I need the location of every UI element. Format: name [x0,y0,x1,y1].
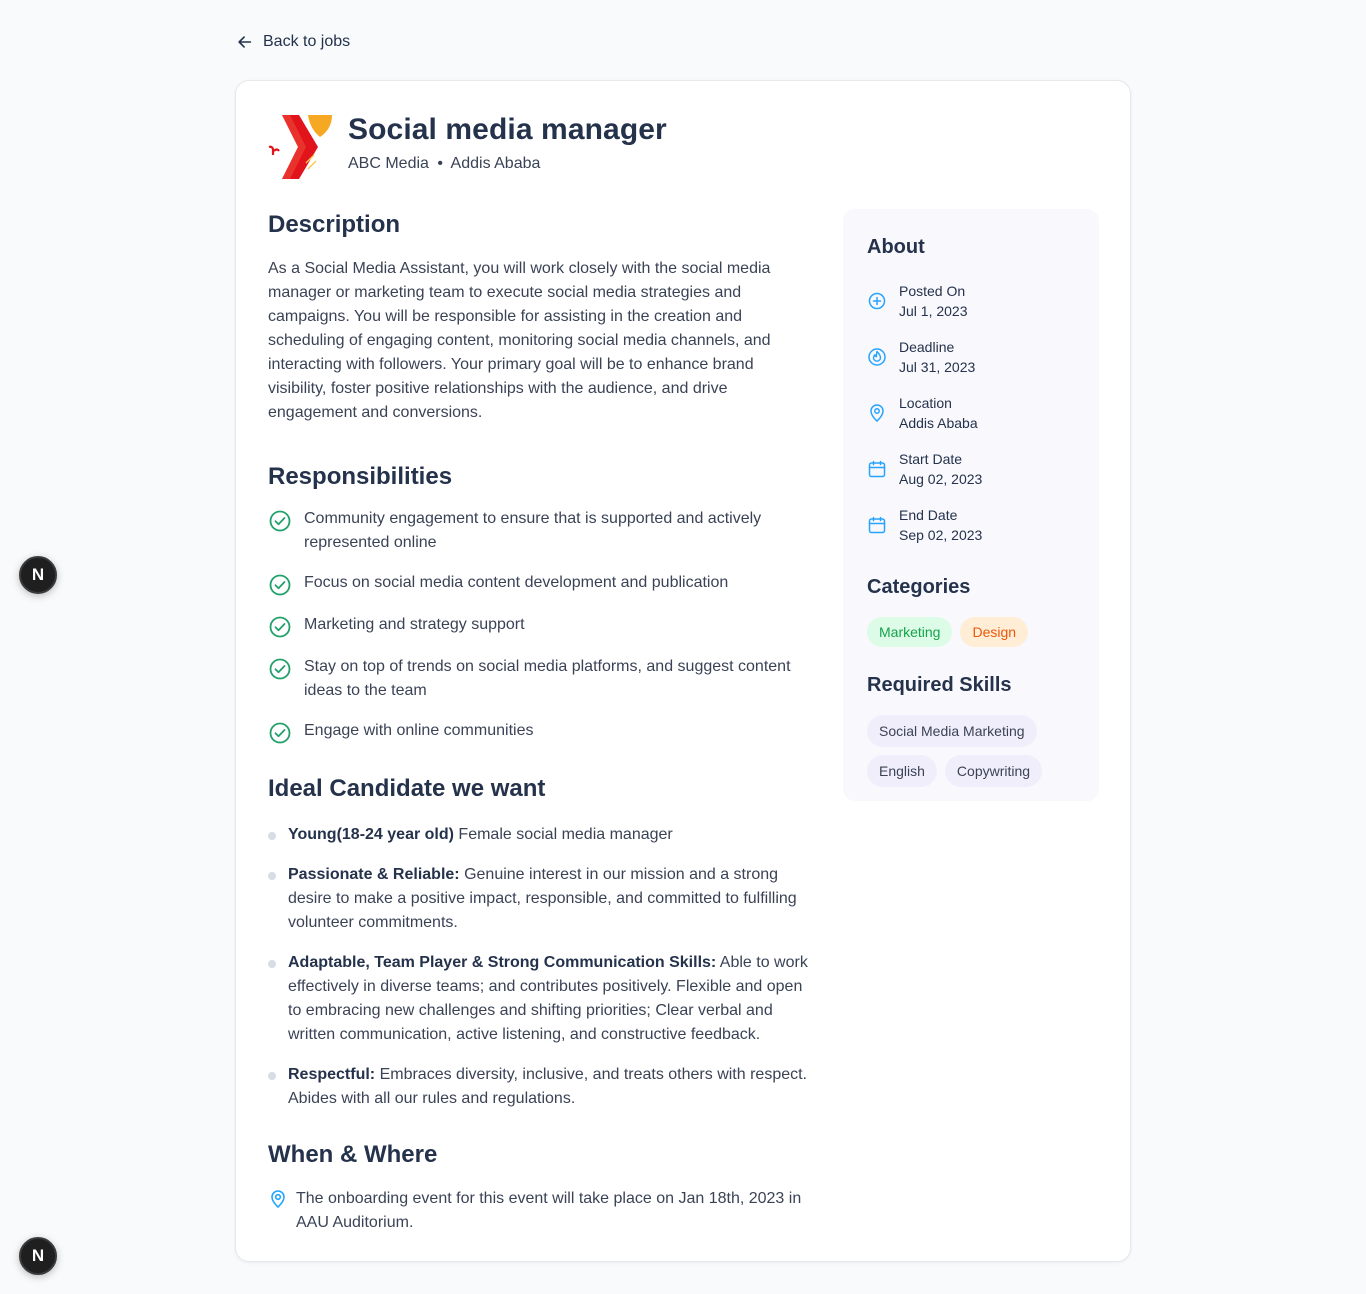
about-value: Sep 02, 2023 [899,527,983,543]
responsibilities-list: Community engagement to ensure that is s… [268,507,818,745]
calendar-icon [868,516,886,534]
categories-heading: Categories [867,576,971,598]
about-heading: About [867,236,925,258]
about-item-deadline: Deadline Jul 31, 2023 [867,337,1075,393]
location-pin-icon [870,404,884,422]
bullet-dot [268,960,276,968]
about-label: Posted On [899,283,966,299]
separator: • [437,155,443,172]
description-text: As a Social Media Assistant, you will wo… [268,260,771,421]
responsibility-item: Focus on social media content developmen… [268,571,818,597]
company-logo [268,115,332,179]
arrow-left-icon [238,36,252,48]
ideal-text: Passionate & Reliable: Genuine interest … [288,863,813,935]
skills-list: Social Media Marketing English Copywriti… [867,715,1077,787]
bullet-dot [268,1072,276,1080]
skill-chip: Copywriting [944,755,1043,787]
bullet-dot [268,872,276,880]
ideal-bold: Respectful: [288,1066,376,1083]
check-circle-icon [269,574,291,596]
responsibility-text: Stay on top of trends on social media pl… [304,658,791,699]
skill-chip: Social Media Marketing [867,715,1037,747]
ideal-bold: Adaptable, Team Player & Strong Communic… [288,954,717,971]
about-label: Start Date [899,451,963,467]
about-item-location: Location Addis Ababa [867,393,1075,449]
about-value: Aug 02, 2023 [899,471,983,487]
responsibility-item: Community engagement to ensure that is s… [268,507,818,555]
ideal-item: Young(18-24 year old) Female social medi… [268,823,818,847]
ideal-bold: Passionate & Reliable: [288,866,460,883]
check-circle-icon [269,616,291,638]
job-detail-card: Social media manager ABC Media • Addis A… [235,80,1131,1262]
responsibility-text: Community engagement to ensure that is s… [304,510,762,551]
job-location: Addis Ababa [450,155,541,172]
ideal-text: Adaptable, Team Player & Strong Communic… [288,951,813,1047]
when-where-heading: When & Where [268,1141,438,1168]
description-heading: Description [268,211,401,238]
when-where-row: The onboarding event for this event will… [268,1187,818,1235]
categories-list: Marketing Design [867,617,1075,647]
location-pin-icon [271,1190,285,1209]
category-chip-design[interactable]: Design [960,617,1029,647]
about-item-end-date: End Date Sep 02, 2023 [867,505,1075,561]
responsibility-item: Stay on top of trends on social media pl… [268,655,818,703]
main-column: Description As a Social Media Assistant,… [268,209,818,1235]
fire-icon [868,348,886,366]
check-circle-icon [269,510,291,532]
ideal-item: Passionate & Reliable: Genuine interest … [268,863,818,935]
about-sidebar: About Posted On Jul 1, 2023 Deadline Jul 3… [843,209,1099,801]
about-label: Deadline [899,339,955,355]
responsibilities-heading: Responsibilities [268,463,453,490]
about-list: Posted On Jul 1, 2023 Deadline Jul 31, 202… [867,281,1075,561]
ideal-candidate-heading: Ideal Candidate we want [268,775,546,802]
ideal-text: Respectful: Embraces diversity, inclusiv… [288,1063,813,1111]
about-label: Location [899,395,952,411]
ideal-text: Young(18-24 year old) Female social medi… [288,823,813,847]
about-value: Jul 1, 2023 [899,303,968,319]
company-name: ABC Media [348,155,429,172]
back-to-jobs-link[interactable]: Back to jobs [236,33,350,51]
responsibility-item: Engage with online communities [268,719,818,745]
responsibility-text: Marketing and strategy support [304,616,525,633]
floating-n-button[interactable]: N [19,1237,57,1275]
ideal-item: Adaptable, Team Player & Strong Communic… [268,951,818,1047]
plus-circle-icon [868,292,886,310]
ideal-candidate-list: Young(18-24 year old) Female social medi… [268,823,818,1111]
ideal-desc: Female social media manager [453,826,673,843]
ideal-bold: Young(18-24 year old) [288,826,454,843]
category-chip-marketing[interactable]: Marketing [867,617,953,647]
when-where-text: The onboarding event for this event will… [296,1190,802,1231]
about-item-posted-on: Posted On Jul 1, 2023 [867,281,1075,337]
back-label: Back to jobs [263,33,351,50]
about-value: Jul 31, 2023 [899,359,976,375]
ideal-item: Respectful: Embraces diversity, inclusiv… [268,1063,818,1111]
about-value: Addis Ababa [899,415,978,431]
calendar-icon [868,460,886,478]
job-title: Social media manager [348,113,667,146]
about-item-start-date: Start Date Aug 02, 2023 [867,449,1075,505]
check-circle-icon [269,658,291,680]
bullet-dot [268,832,276,840]
responsibility-text: Focus on social media content developmen… [304,574,729,591]
responsibility-text: Engage with online communities [304,722,534,739]
skill-chip: English [867,755,937,787]
floating-n-button[interactable]: N [19,556,57,594]
job-subtitle: ABC Media • Addis Ababa [348,155,540,173]
required-skills-heading: Required Skills [867,674,1012,696]
responsibility-item: Marketing and strategy support [268,613,818,639]
about-label: End Date [899,507,958,523]
check-circle-icon [269,722,291,744]
